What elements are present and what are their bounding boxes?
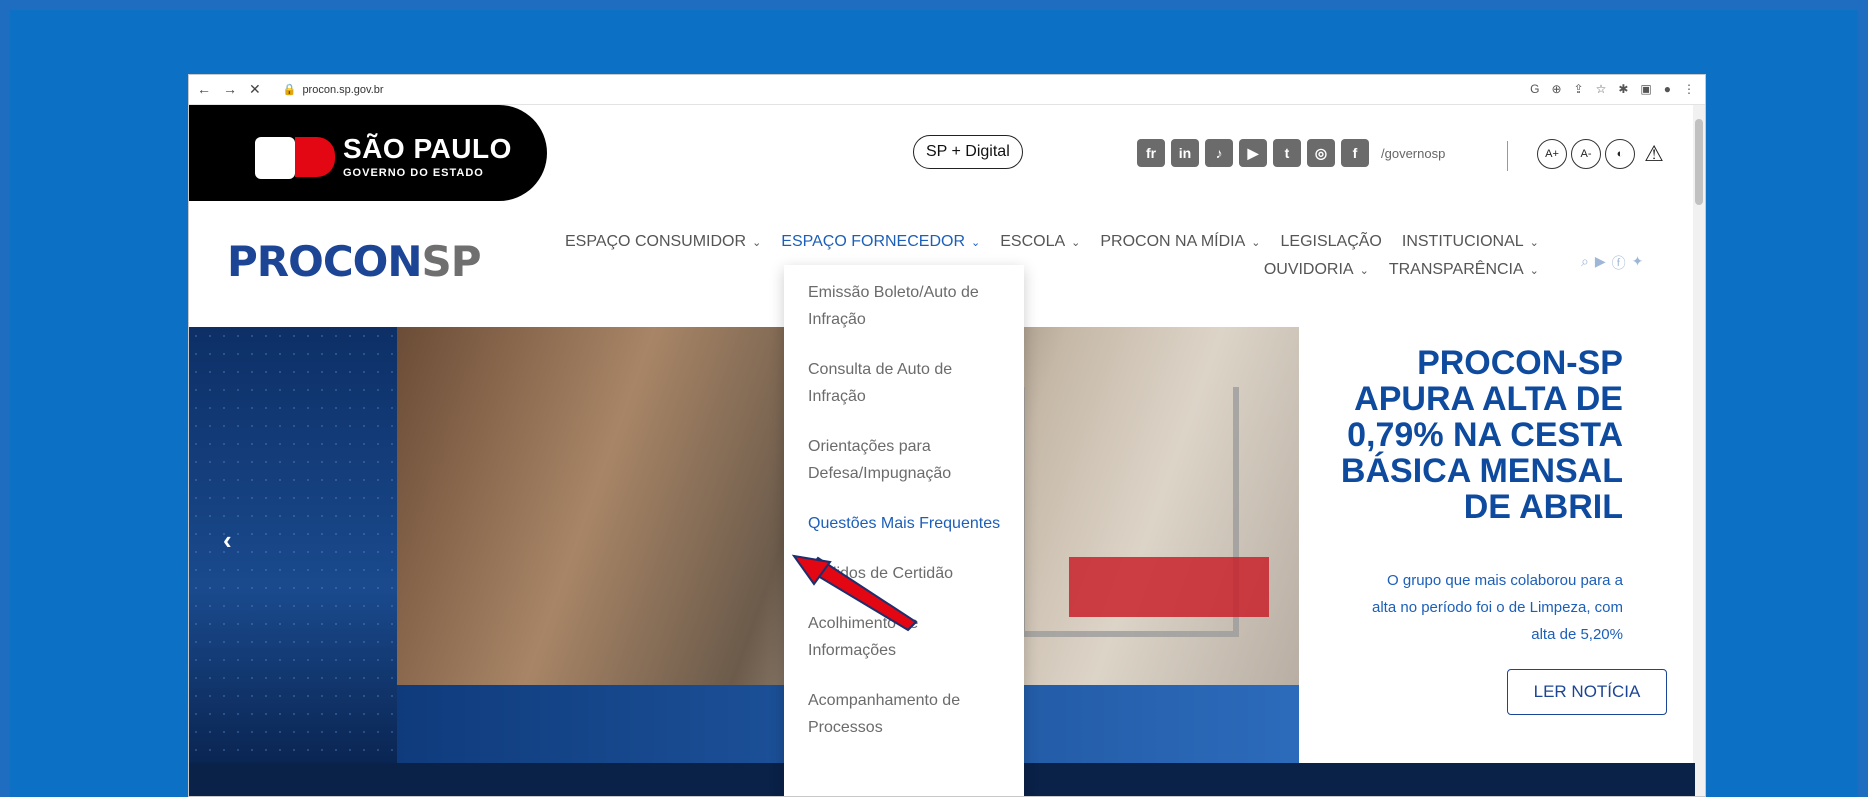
procon-logo-text: PROCON — [227, 237, 423, 286]
menu-espaco-fornecedor[interactable]: ESPAÇO FORNECEDOR ⌄ — [781, 233, 980, 251]
social-links: fr in ♪ ▶ t ◎ f /governosp — [1137, 139, 1445, 167]
url-text: procon.sp.gov.br — [302, 83, 384, 96]
linkedin-icon[interactable]: in — [1171, 139, 1199, 167]
chevron-down-icon: ⌄ — [1529, 265, 1539, 277]
menu-legislacao[interactable]: LEGISLAÇÃO — [1281, 233, 1382, 251]
facebook-icon[interactable]: f — [1341, 139, 1369, 167]
carousel-prev-icon[interactable]: ‹ — [223, 525, 232, 556]
chevron-down-icon: ⌄ — [752, 237, 762, 249]
annotation-arrow-icon — [791, 554, 918, 632]
contrast-icon[interactable]: ◐ — [1605, 139, 1635, 169]
twitter-small-icon[interactable]: ✦ — [1632, 253, 1644, 273]
scrollbar[interactable] — [1693, 105, 1705, 796]
hero-summary: O grupo que mais colaborou para a alta n… — [1372, 572, 1623, 643]
menu-label: OUVIDORIA — [1263, 261, 1354, 278]
chevron-down-icon: ⌄ — [1071, 237, 1081, 249]
sidepanel-icon[interactable]: ▣ — [1640, 82, 1651, 96]
gov-sp-logo[interactable]: SÃO PAULO GOVERNO DO ESTADO — [189, 105, 547, 201]
lock-icon: 🔒 — [282, 84, 297, 96]
menu-ouvidoria[interactable]: OUVIDORIA ⌄ — [1264, 261, 1369, 279]
main-menu: ESPAÇO CONSUMIDOR ⌄ ESPAÇO FORNECEDOR ⌄ ES… — [565, 233, 1539, 279]
profile-icon[interactable]: ● — [1664, 82, 1671, 96]
dropdown-item-acompanhamento[interactable]: Acompanhamento de Processos — [808, 687, 1004, 741]
tiktok-icon[interactable]: ♪ — [1205, 139, 1233, 167]
menu-procon-na-midia[interactable]: PROCON NA MÍDIA ⌄ — [1100, 233, 1260, 251]
menu-institucional[interactable]: INSTITUCIONAL ⌄ — [1402, 233, 1539, 251]
browser-toolbar: ← → ✕ 🔒 procon.sp.gov.br G ⊕ ⇪ ☆ ✱ ▣ ● ⋮ — [189, 75, 1705, 105]
menu-transparencia[interactable]: TRANSPARÊNCIA ⌄ — [1389, 261, 1539, 279]
facebook-small-icon[interactable]: ⓕ — [1612, 253, 1626, 273]
gov-subtitle: GOVERNO DO ESTADO — [343, 167, 484, 179]
menu-label: TRANSPARÊNCIA — [1388, 261, 1524, 278]
gov-title: SÃO PAULO — [343, 133, 512, 164]
google-icon[interactable]: G — [1530, 82, 1539, 96]
menu-label: ESCOLA — [1000, 233, 1066, 250]
menu-label: PROCON NA MÍDIA — [1100, 233, 1246, 250]
sp-mark-icon — [255, 137, 335, 179]
sp-logo-text: SP — [421, 237, 482, 286]
menu-label: ESPAÇO FORNECEDOR — [781, 233, 966, 250]
alert-icon[interactable]: ⚠ — [1639, 139, 1669, 169]
instagram-icon[interactable]: ◎ — [1307, 139, 1335, 167]
social-handle: /governosp — [1381, 145, 1446, 161]
twitter-icon[interactable]: t — [1273, 139, 1301, 167]
sp-digital-button[interactable]: SP + Digital — [913, 135, 1023, 169]
font-increase-icon[interactable]: A+ — [1537, 139, 1567, 169]
forward-icon[interactable]: → — [223, 81, 237, 98]
browser-window: ← → ✕ 🔒 procon.sp.gov.br G ⊕ ⇪ ☆ ✱ ▣ ● ⋮… — [188, 74, 1706, 797]
address-bar[interactable]: 🔒 procon.sp.gov.br — [282, 83, 384, 97]
fornecedor-dropdown: Emissão Boleto/Auto de Infração Consulta… — [784, 265, 1024, 796]
dropdown-item-questoes-frequentes[interactable]: Questões Mais Frequentes — [808, 510, 1004, 537]
hero-headline: PROCON-SP APURA ALTA DE 0,79% NA CESTA B… — [1340, 344, 1623, 526]
menu-label: ESPAÇO CONSUMIDOR — [565, 233, 747, 250]
menu-espaco-consumidor[interactable]: ESPAÇO CONSUMIDOR ⌄ — [565, 233, 761, 251]
share-icon[interactable]: ⇪ — [1574, 82, 1584, 96]
youtube-small-icon[interactable]: ▶ — [1595, 253, 1606, 273]
dropdown-item-consulta-auto[interactable]: Consulta de Auto de Infração — [808, 356, 1004, 410]
procon-sp-logo[interactable]: PROCONSP — [227, 237, 482, 286]
font-decrease-icon[interactable]: A- — [1571, 139, 1601, 169]
youtube-icon[interactable]: ▶ — [1239, 139, 1267, 167]
cart-handle-shape — [1069, 557, 1269, 617]
accessibility-tools: A+ A- ◐ ⚠ — [1537, 139, 1669, 169]
chevron-down-icon: ⌄ — [971, 237, 981, 249]
menu-icon[interactable]: ⋮ — [1683, 82, 1695, 96]
dropdown-item-orientacoes[interactable]: Orientações para Defesa/Impugnação — [808, 433, 1004, 487]
hero-side-panel — [189, 327, 397, 763]
zoom-icon[interactable]: ⊕ — [1551, 82, 1561, 96]
chevron-down-icon: ⌄ — [1251, 237, 1261, 249]
search-icon[interactable]: ⌕ — [1581, 253, 1589, 273]
chevron-down-icon: ⌄ — [1529, 237, 1539, 249]
nav-icons: ⌕ ▶ ⓕ ✦ — [1581, 253, 1643, 273]
menu-label: INSTITUCIONAL — [1401, 233, 1524, 250]
header-divider — [1507, 141, 1508, 171]
menu-escola[interactable]: ESCOLA ⌄ — [1000, 233, 1080, 251]
read-news-button[interactable]: LER NOTÍCIA — [1507, 669, 1667, 715]
flickr-icon[interactable]: fr — [1137, 139, 1165, 167]
close-icon[interactable]: ✕ — [249, 81, 261, 98]
back-icon[interactable]: ← — [197, 81, 211, 98]
extensions-icon[interactable]: ✱ — [1618, 82, 1628, 96]
dropdown-item-emissao-boleto[interactable]: Emissão Boleto/Auto de Infração — [808, 279, 1004, 333]
chevron-down-icon: ⌄ — [1359, 265, 1369, 277]
star-icon[interactable]: ☆ — [1596, 82, 1607, 96]
